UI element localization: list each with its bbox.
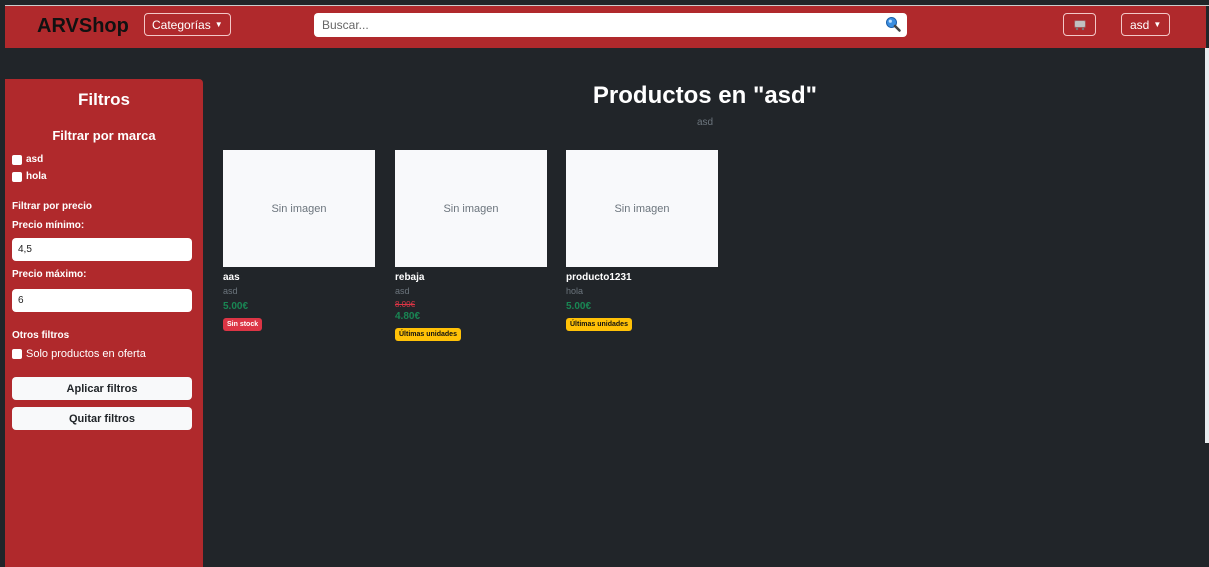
offer-checkbox-row[interactable]: Solo productos en oferta — [12, 348, 146, 360]
checkbox[interactable] — [12, 349, 22, 359]
navbar: ARVShop Categorías ▼ asd ▼ — [5, 6, 1206, 48]
page-scrollbar[interactable] — [1205, 48, 1209, 443]
stock-badge: Sin stock — [223, 318, 263, 331]
apply-filters-button[interactable]: Aplicar filtros — [12, 377, 192, 400]
product-brand: asd — [395, 286, 410, 296]
max-price-input[interactable]: 6 — [12, 289, 192, 312]
product-name[interactable]: rebaja — [395, 272, 547, 283]
cart-icon — [1074, 20, 1085, 30]
product-image-placeholder[interactable]: Sin imagen — [395, 150, 547, 267]
clear-filters-button[interactable]: Quitar filtros — [12, 407, 192, 430]
filters-title: Filtros — [78, 90, 130, 109]
categories-label: Categorías — [152, 17, 211, 32]
stock-badge: Últimas unidades — [395, 328, 461, 341]
cart-button[interactable] — [1063, 13, 1096, 36]
filters-sidebar: Filtros Filtrar por marca asd hola Filtr… — [5, 79, 203, 567]
brand-logo[interactable]: ARVShop — [37, 15, 129, 38]
product-price: 4.80€ — [395, 311, 421, 322]
brand-label: asd — [26, 154, 44, 165]
min-price-label: Precio mínimo: — [12, 220, 85, 231]
stock-badge: Últimas unidades — [566, 318, 632, 331]
product-price: 5.00€ — [566, 301, 592, 312]
product-image-placeholder[interactable]: Sin imagen — [566, 150, 718, 267]
product-card[interactable]: Sin imagen aas asd 5.00€ Sin stock — [223, 150, 375, 331]
max-price-label: Precio máximo: — [12, 269, 87, 280]
offer-label: Solo productos en oferta — [26, 348, 146, 360]
search-bar — [314, 13, 907, 37]
brand-checkbox-asd[interactable]: asd — [12, 154, 43, 165]
product-image-placeholder[interactable]: Sin imagen — [223, 150, 375, 267]
page-title: Productos en "asd" — [592, 82, 818, 109]
checkbox[interactable] — [12, 171, 22, 182]
price-filter-title: Filtrar por precio — [12, 201, 93, 212]
user-label: asd — [1130, 17, 1150, 32]
categories-dropdown[interactable]: Categorías ▼ — [144, 13, 231, 36]
product-card[interactable]: Sin imagen rebaja asd 8.00€ 4.80€ Última… — [395, 150, 547, 341]
checkbox[interactable] — [12, 154, 22, 165]
search-input[interactable] — [314, 18, 874, 32]
user-dropdown[interactable]: asd ▼ — [1121, 13, 1171, 36]
search-icon[interactable] — [885, 16, 901, 32]
product-card[interactable]: Sin imagen producto1231 hola 5.00€ Últim… — [566, 150, 718, 331]
caret-down-icon: ▼ — [214, 20, 223, 29]
page-subtitle: asd — [696, 117, 714, 128]
product-name[interactable]: producto1231 — [566, 272, 718, 283]
product-old-price: 8.00€ — [395, 300, 416, 309]
caret-down-icon: ▼ — [1153, 20, 1162, 29]
brand-filter-title: Filtrar por marca — [52, 128, 156, 143]
product-brand: asd — [223, 286, 238, 296]
other-filters-title: Otros filtros — [12, 330, 70, 341]
product-name[interactable]: aas — [223, 272, 375, 283]
brand-checkbox-hola[interactable]: hola — [12, 171, 47, 182]
product-price: 5.00€ — [223, 301, 249, 312]
min-price-input[interactable]: 4,5 — [12, 238, 192, 261]
brand-label: hola — [26, 171, 47, 182]
product-brand: hola — [566, 286, 584, 296]
